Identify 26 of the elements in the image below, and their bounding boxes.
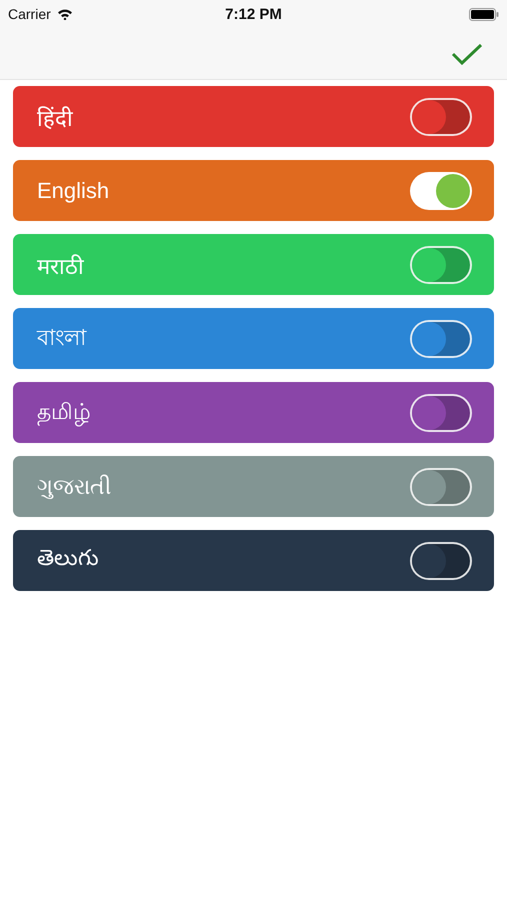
checkmark-icon <box>451 42 483 66</box>
carrier-label: Carrier <box>8 6 51 22</box>
language-name: मराठी <box>37 252 84 280</box>
language-name: English <box>37 178 110 204</box>
language-row[interactable]: मराठी <box>13 234 494 295</box>
toggle-switch[interactable] <box>410 468 472 506</box>
wifi-icon <box>56 8 73 20</box>
language-name: বাংলা <box>37 324 86 352</box>
language-row[interactable]: हिंदी <box>13 86 494 147</box>
language-name: தமிழ் <box>37 398 91 426</box>
language-row[interactable]: ગુજરાતી <box>13 456 494 517</box>
language-row[interactable]: తెలుగు <box>13 530 494 591</box>
language-row[interactable]: தமிழ் <box>13 382 494 443</box>
toggle-switch[interactable] <box>410 320 472 358</box>
language-name: हिंदी <box>37 104 73 132</box>
language-row[interactable]: বাংলা <box>13 308 494 369</box>
toggle-switch[interactable] <box>410 98 472 136</box>
status-time: 7:12 PM <box>225 6 282 22</box>
language-name: తెలుగు <box>37 545 99 572</box>
toggle-switch[interactable] <box>410 172 472 210</box>
toggle-switch[interactable] <box>410 394 472 432</box>
language-name: ગુજરાતી <box>37 474 111 500</box>
toggle-switch[interactable] <box>410 246 472 284</box>
toggle-switch[interactable] <box>410 542 472 580</box>
battery-icon <box>469 8 499 20</box>
language-row[interactable]: English <box>13 160 494 221</box>
